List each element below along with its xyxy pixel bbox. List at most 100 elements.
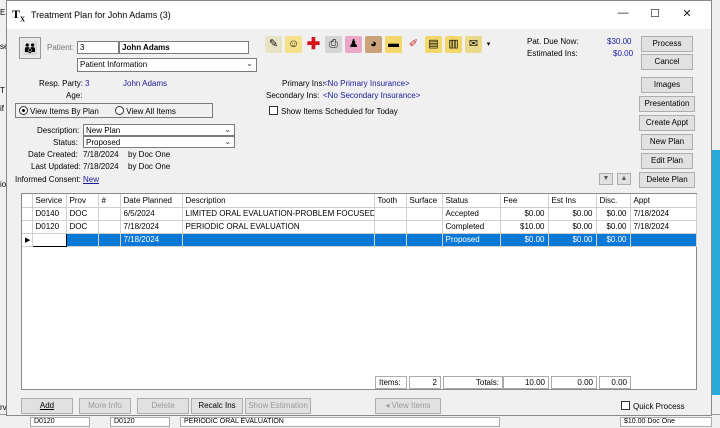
est-ins-cell[interactable]: $0.00	[548, 220, 597, 234]
column-header[interactable]: Est Ins	[548, 194, 597, 208]
description-select[interactable]: New Plan ⌄	[83, 124, 235, 136]
est-ins-cell[interactable]: $0.00	[548, 233, 597, 247]
est-ins-cell[interactable]: $0.00	[548, 207, 597, 221]
presentation-button[interactable]: Presentation	[639, 96, 695, 112]
column-header[interactable]: Fee	[500, 194, 549, 208]
delete-button[interactable]: Delete	[137, 398, 189, 414]
fee-cell[interactable]: $0.00	[500, 207, 549, 221]
column-header[interactable]: Service	[32, 194, 67, 208]
view-items-button[interactable]: ◂ View Items	[375, 398, 441, 414]
column-header[interactable]: Status	[442, 194, 501, 208]
column-header[interactable]: Date Planned	[120, 194, 183, 208]
create-appt-button[interactable]: Create Appt	[639, 115, 695, 131]
people-icon[interactable]: ♟	[345, 36, 362, 53]
disc-cell[interactable]: $0.00	[596, 207, 631, 221]
appt-cell[interactable]	[630, 233, 697, 247]
surface-cell[interactable]	[406, 233, 443, 247]
status-value: Proposed	[86, 138, 121, 147]
view-by-plan-radio[interactable]	[19, 106, 28, 115]
title-bar: TX Treatment Plan for John Adams (3) — ☐…	[7, 1, 711, 29]
date-cell[interactable]: 6/5/2024	[120, 207, 183, 221]
new-plan-button[interactable]: New Plan	[641, 134, 693, 150]
tooth-cell[interactable]	[374, 233, 407, 247]
show-scheduled-option[interactable]: Show Items Scheduled for Today	[269, 106, 398, 116]
patient-id-field[interactable]: 3	[77, 41, 119, 54]
family-icon[interactable]: 👪	[19, 37, 41, 59]
more-info-button[interactable]: More Info	[79, 398, 131, 414]
description-cell[interactable]	[182, 233, 375, 247]
tooth-cell[interactable]	[374, 207, 407, 221]
view-all-items-label[interactable]: View All Items	[126, 107, 176, 116]
show-estimation-button[interactable]: Show Estimation	[245, 398, 311, 414]
images-button[interactable]: Images	[641, 77, 693, 93]
fee-cell[interactable]: $0.00	[500, 233, 549, 247]
service-cell[interactable]: D0140	[32, 207, 67, 221]
notes-icon[interactable]: ✉	[465, 36, 482, 53]
document-folder-icon[interactable]: ▥	[445, 36, 462, 53]
surface-cell[interactable]	[406, 220, 443, 234]
column-header[interactable]: Description	[182, 194, 375, 208]
column-header[interactable]: #	[98, 194, 121, 208]
column-header[interactable]: Disc.	[596, 194, 631, 208]
chevron-down-icon: ⌄	[246, 59, 253, 68]
edit-chart-icon[interactable]: ✎	[265, 36, 282, 53]
folder-smile-icon[interactable]: ☺	[285, 36, 302, 53]
medical-cross-icon[interactable]: ✚	[305, 36, 322, 53]
show-scheduled-checkbox[interactable]	[269, 106, 278, 115]
prov-cell[interactable]	[66, 233, 99, 247]
folder-stack-icon[interactable]: ▤	[425, 36, 442, 53]
view-all-items-radio[interactable]	[115, 106, 125, 115]
number-cell[interactable]	[98, 207, 121, 221]
toolbar-overflow-icon[interactable]: ▾	[485, 36, 492, 53]
column-header[interactable]: Prov	[66, 194, 99, 208]
disc-cell[interactable]: $0.00	[596, 233, 631, 247]
column-header[interactable]: Surface	[406, 194, 443, 208]
folder-icon[interactable]: ▬	[385, 36, 402, 53]
view-by-plan-label[interactable]: View Items By Plan	[30, 107, 99, 116]
service-cell[interactable]: D0120	[32, 220, 67, 234]
fee-cell[interactable]: $10.00	[500, 220, 549, 234]
quick-process-checkbox[interactable]	[621, 401, 630, 410]
surface-cell[interactable]	[406, 207, 443, 221]
edit-plan-button[interactable]: Edit Plan	[641, 153, 693, 169]
date-cell[interactable]: 7/18/2024	[120, 220, 183, 234]
process-button[interactable]: Process	[641, 36, 693, 52]
close-button[interactable]: ✕	[677, 7, 697, 23]
cancel-button[interactable]: Cancel	[641, 54, 693, 70]
column-header[interactable]: Tooth	[374, 194, 407, 208]
quick-process-option[interactable]: Quick Process	[621, 401, 685, 411]
minimize-button[interactable]: —	[613, 7, 633, 23]
prov-cell[interactable]: DOC	[66, 220, 99, 234]
disc-cell[interactable]: $0.00	[596, 220, 631, 234]
patient-name-field[interactable]: John Adams	[119, 41, 249, 54]
status-cell[interactable]: Completed	[442, 220, 501, 234]
add-button[interactable]: Add	[21, 398, 73, 414]
delete-plan-button[interactable]: Delete Plan	[639, 172, 695, 188]
column-header[interactable]: Appt	[630, 194, 697, 208]
appt-cell[interactable]: 7/18/2024	[630, 207, 697, 221]
move-up-icon[interactable]: ▲	[617, 173, 631, 185]
number-cell[interactable]	[98, 233, 121, 247]
service-edit-cell[interactable]	[31, 232, 67, 247]
printer-icon[interactable]: ⎙	[325, 36, 342, 53]
table-row[interactable]: D0140 DOC 6/5/2024 LIMITED ORAL EVALUATI…	[22, 207, 697, 221]
table-row-selected[interactable]: ▶ 7/18/2024 Proposed $0.00 $0.00 $0.00	[22, 232, 697, 247]
tool-icon[interactable]: ✐	[405, 36, 422, 53]
maximize-button[interactable]: ☐	[645, 7, 665, 23]
date-cell[interactable]: 7/18/2024	[120, 233, 183, 247]
status-cell[interactable]: Proposed	[442, 233, 501, 247]
recalc-ins-button[interactable]: Recalc Ins	[191, 398, 243, 414]
informed-consent-new-link[interactable]: New	[83, 175, 99, 184]
description-cell[interactable]: LIMITED ORAL EVALUATION-PROBLEM FOCUSED	[182, 207, 375, 221]
appt-cell[interactable]: 7/18/2024	[630, 220, 697, 234]
patient-info-select[interactable]: Patient Information ⌄	[77, 58, 257, 72]
number-cell[interactable]	[98, 220, 121, 234]
description-cell[interactable]: PERIODIC ORAL EVALUATION	[182, 220, 375, 234]
table-row[interactable]: D0120 DOC 7/18/2024 PERIODIC ORAL EVALUA…	[22, 220, 697, 234]
prov-cell[interactable]: DOC	[66, 207, 99, 221]
tooth-cell[interactable]	[374, 220, 407, 234]
move-down-icon[interactable]: ▼	[599, 173, 613, 185]
status-select[interactable]: Proposed ⌄	[83, 136, 235, 148]
status-cell[interactable]: Accepted	[442, 207, 501, 221]
pie-chart-icon[interactable]: ◕	[365, 36, 382, 53]
